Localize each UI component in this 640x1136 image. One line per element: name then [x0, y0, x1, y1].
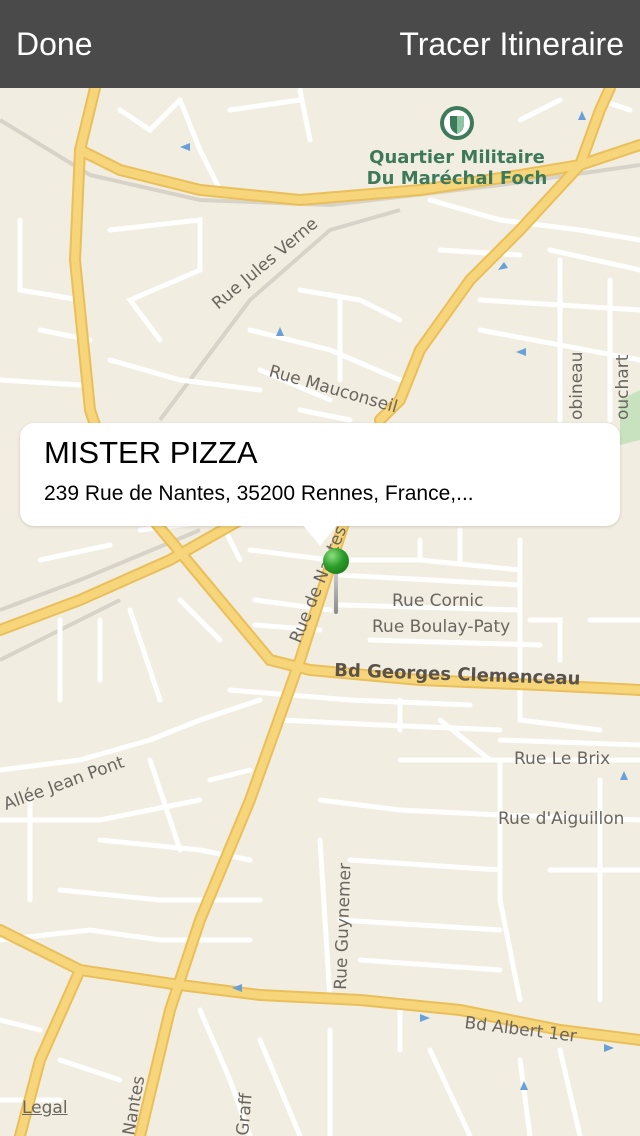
pin-head [323, 548, 349, 574]
location-pin[interactable] [322, 548, 350, 616]
street-label-robineau: obineau [567, 352, 587, 420]
poi-label-line2: Du Maréchal Foch [367, 168, 548, 189]
legal-link[interactable]: Legal [22, 1098, 68, 1118]
place-address: 239 Rue de Nantes, 35200 Rennes, France,… [44, 482, 474, 505]
street-label-cornic: Rue Cornic [392, 591, 484, 611]
street-label-boulay-paty: Rue Boulay-Paty [372, 617, 510, 637]
pin-needle [334, 572, 338, 614]
map-view[interactable]: Quartier Militaire Du Maréchal Foch Rue … [0, 88, 640, 1136]
place-name: MISTER PIZZA [44, 435, 258, 470]
street-label-aiguillon: Rue d'Aiguillon [498, 809, 624, 829]
place-callout[interactable]: MISTER PIZZA 239 Rue de Nantes, 35200 Re… [20, 423, 620, 526]
route-button[interactable]: Tracer Itineraire [399, 24, 624, 64]
done-button[interactable]: Done [16, 24, 93, 64]
poi-label-line1: Quartier Militaire [369, 147, 545, 168]
street-label-bouchart: ouchart [613, 354, 633, 420]
poi-marker[interactable] [440, 106, 474, 140]
navigation-bar: Done Tracer Itineraire [0, 0, 640, 88]
street-label-le-brix: Rue Le Brix [514, 749, 610, 769]
callout-pointer [302, 524, 338, 546]
map-canvas[interactable]: Quartier Militaire Du Maréchal Foch Rue … [0, 88, 640, 1136]
street-label-graff: Graff [233, 1091, 257, 1136]
